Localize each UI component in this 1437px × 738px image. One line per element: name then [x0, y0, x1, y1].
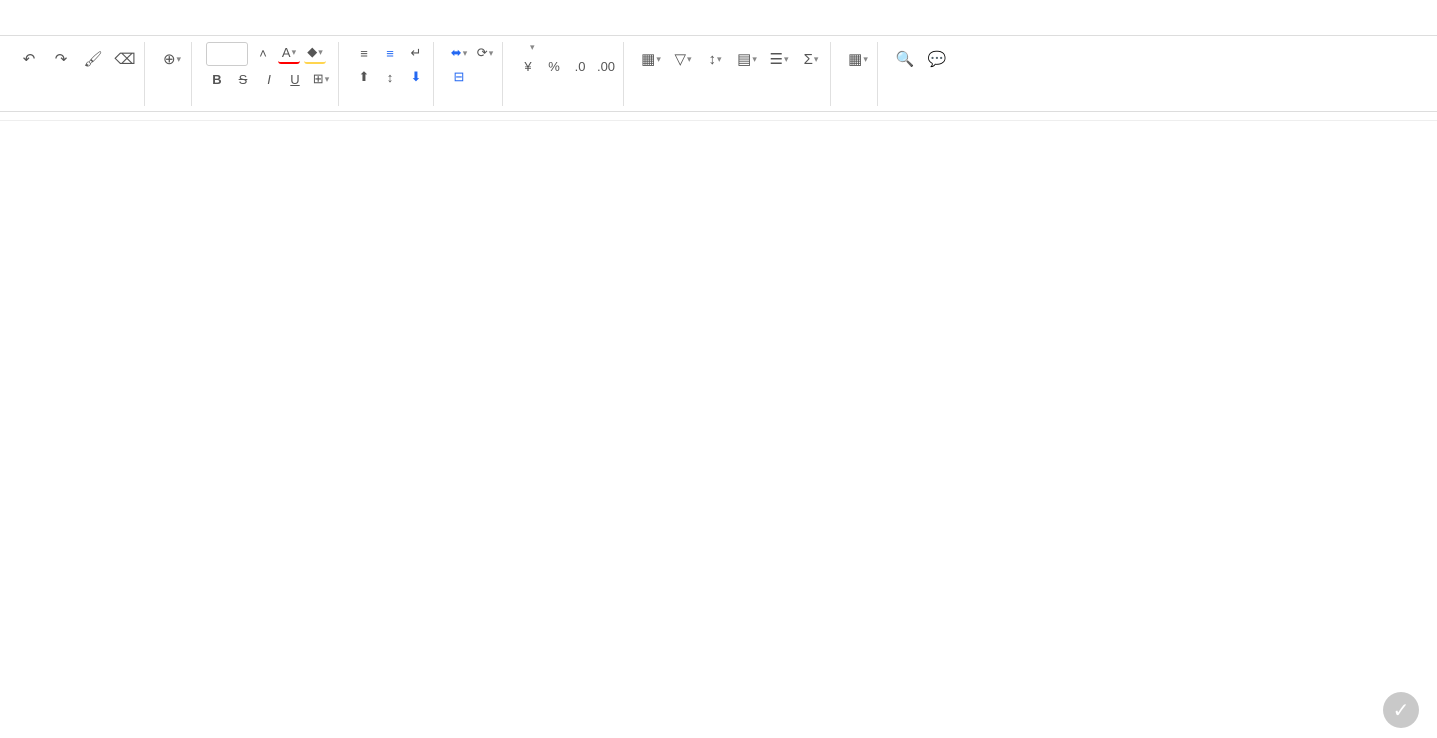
watermark: ✓: [1383, 692, 1427, 728]
sheet-tabs: [0, 0, 1437, 36]
undo-icon[interactable]: ↶: [16, 46, 42, 72]
toolbar: ↶ ↷ 🖌 ⌫ ⊕▾ ˄ A▾ ◆▾ B S I: [0, 36, 1437, 112]
multitable-icon[interactable]: ▦▾: [845, 46, 871, 72]
freeze-icon[interactable]: ▦▾: [638, 46, 664, 72]
sort-icon[interactable]: ↕▾: [702, 46, 728, 72]
dropdown-icon[interactable]: ☰▾: [766, 46, 792, 72]
dec-dec-icon[interactable]: .00: [595, 55, 617, 77]
comment-icon[interactable]: 💬: [924, 46, 950, 72]
wechat-icon: ✓: [1383, 692, 1419, 728]
font-size-up-icon[interactable]: ˄: [252, 42, 274, 64]
redo-icon[interactable]: ↷: [48, 46, 74, 72]
dec-inc-icon[interactable]: .0: [569, 55, 591, 77]
bold-icon[interactable]: B: [206, 68, 228, 90]
number-format-select[interactable]: [517, 42, 525, 53]
rotate-icon[interactable]: ⟳▾: [474, 42, 496, 64]
valign-mid-icon[interactable]: ↕: [379, 66, 401, 88]
strike-icon[interactable]: S: [232, 68, 254, 90]
align-left-icon[interactable]: ≡: [353, 42, 375, 64]
formula-icon[interactable]: Σ▾: [798, 46, 824, 72]
find-icon[interactable]: 🔍: [892, 46, 918, 72]
italic-icon[interactable]: I: [258, 68, 280, 90]
border-icon[interactable]: ⊞▾: [310, 68, 332, 90]
cell-reference[interactable]: [0, 112, 1437, 121]
align-center-icon[interactable]: ≡: [379, 42, 401, 64]
valign-bot-icon[interactable]: ⬇: [405, 66, 427, 88]
percent-icon[interactable]: %: [543, 55, 565, 77]
merge-icon[interactable]: ⬌▾: [448, 42, 470, 64]
insert-icon[interactable]: ⊕▾: [159, 46, 185, 72]
split-cells-icon[interactable]: ⊟: [448, 66, 470, 88]
condfmt-icon[interactable]: ▤▾: [734, 46, 760, 72]
underline-icon[interactable]: U: [284, 68, 306, 90]
filter-icon[interactable]: ▽▾: [670, 46, 696, 72]
font-color-icon[interactable]: A▾: [278, 42, 300, 64]
font-size-input[interactable]: [206, 42, 248, 66]
currency-icon[interactable]: ¥: [517, 55, 539, 77]
wrap-icon[interactable]: ↵: [405, 42, 427, 64]
fill-color-icon[interactable]: ◆▾: [304, 42, 326, 64]
clear-format-icon[interactable]: ⌫: [112, 46, 138, 72]
valign-top-icon[interactable]: ⬆: [353, 66, 375, 88]
format-brush-icon[interactable]: 🖌: [80, 46, 106, 72]
